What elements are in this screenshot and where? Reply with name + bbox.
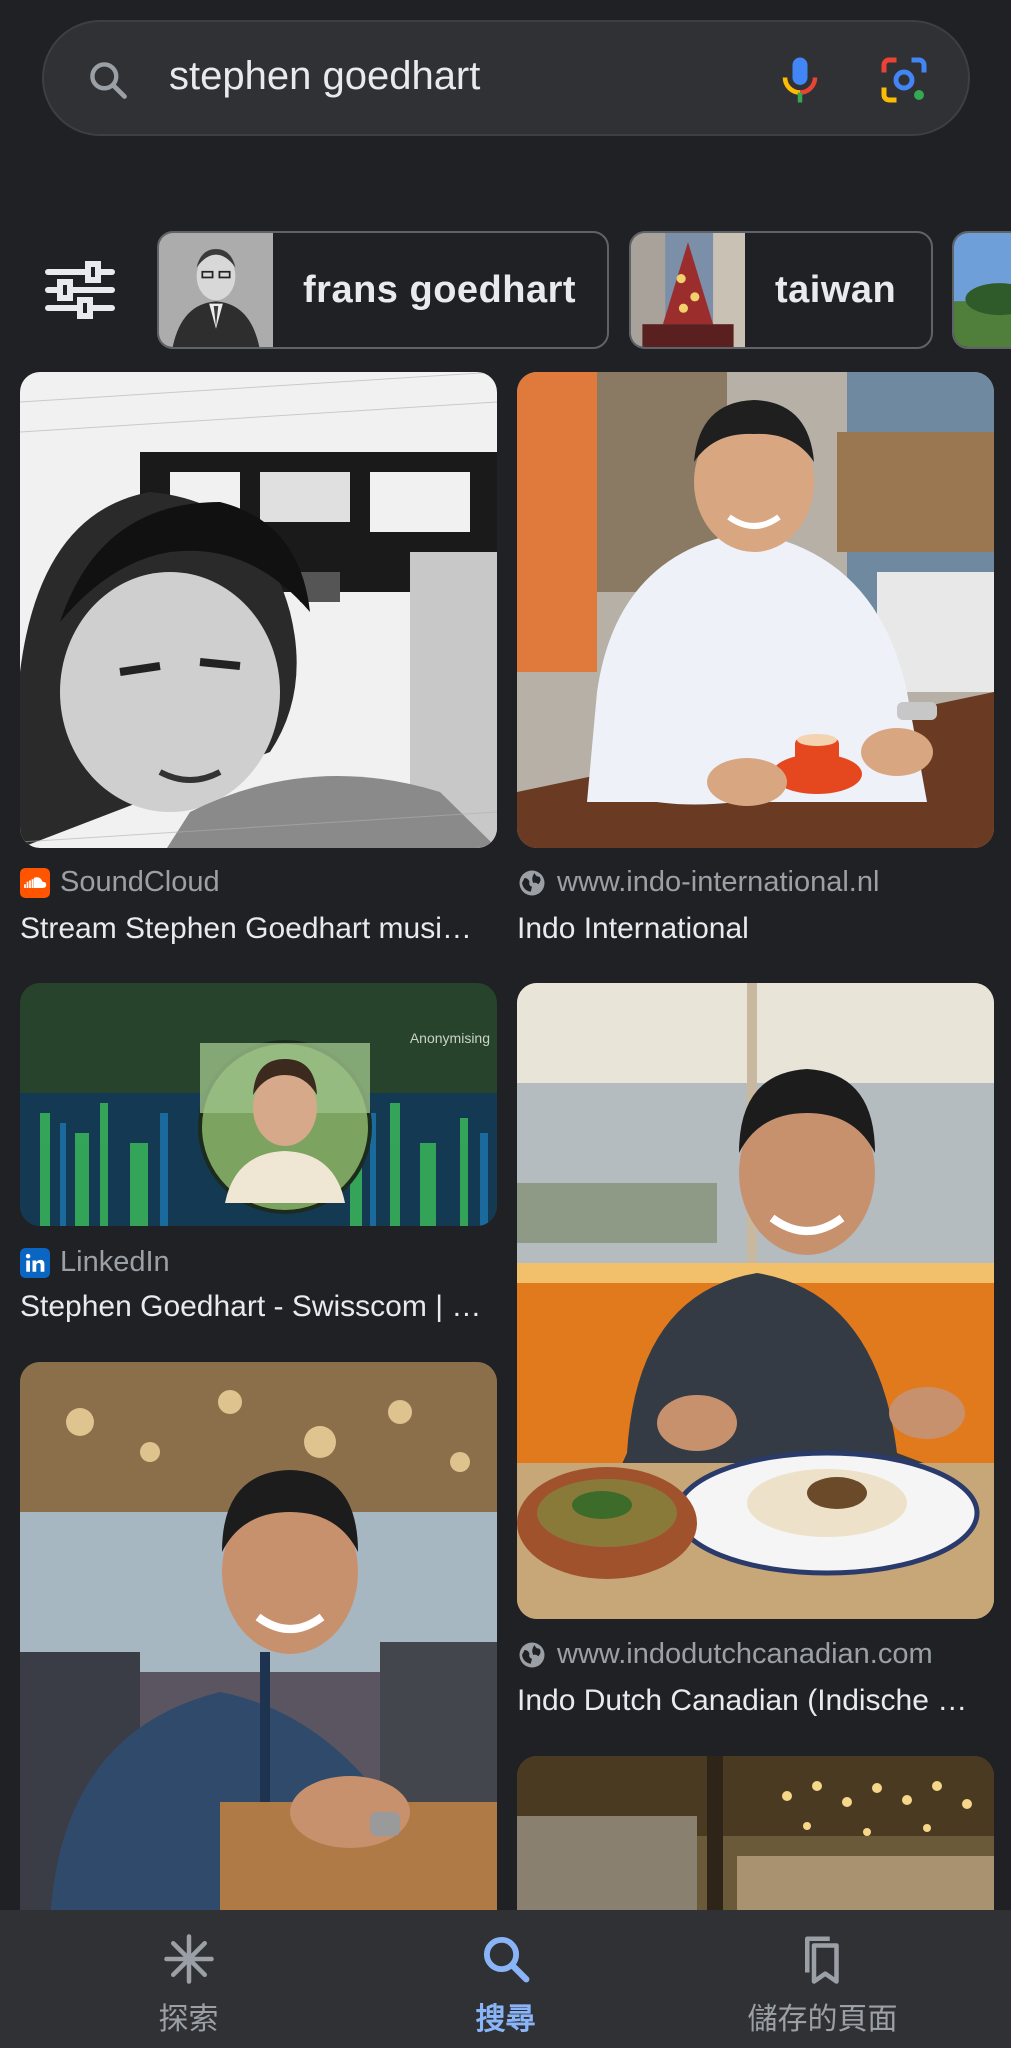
google-lens-icon[interactable] [874,50,934,110]
chip-label: taiwan [775,268,897,311]
result-title[interactable]: Stephen Goedhart - Swisscom | … [20,1290,497,1324]
chip-more[interactable] [952,231,1011,349]
result-image-restaurant-2[interactable] [517,1756,994,1922]
chip-frans-goedhart[interactable]: frans goedhart [157,231,609,349]
result-image-restaurant[interactable] [20,1362,497,1922]
search-bar[interactable]: stephen goedhart [42,20,970,136]
chip-thumbnail [631,233,745,347]
microphone-icon[interactable] [770,50,830,110]
man-dining-image [517,983,994,1619]
man-in-restaurant-image [20,1362,497,1922]
bottom-navigation: 探索 搜尋 儲存的頁面 [0,1910,1011,2048]
chip-label: frans goedhart [303,268,577,311]
result-source[interactable]: www.indo-international.nl [517,866,879,899]
result-source-label: www.indodutchcanadian.com [557,1638,933,1670]
result-source[interactable]: www.indodutchcanadian.com [517,1638,933,1671]
result-title[interactable]: Indo International [517,912,994,946]
result-image-soundcloud[interactable] [20,372,497,848]
globe-icon [519,870,545,895]
restaurant-interior-image [517,1756,994,1922]
banner-overlay-text: Anonymising [410,1030,490,1046]
result-source-label: SoundCloud [60,866,220,898]
asterisk-icon [163,1934,214,1984]
suggestion-chips: frans goedhart taiwan [0,228,1011,352]
result-source-label: www.indo-international.nl [557,866,880,898]
search-icon [483,1936,529,1983]
result-image-linkedin[interactable]: Anonymising [20,983,497,1226]
result-title[interactable]: Stream Stephen Goedhart musi… [20,912,497,946]
nav-label: 探索 [158,2003,219,2036]
chip-taiwan[interactable]: taiwan [629,231,933,349]
top-bar: stephen goedhart [0,0,1011,165]
filter-sliders-icon[interactable] [40,260,120,320]
linkedin-icon [20,1247,50,1278]
result-source[interactable]: LinkedIn [20,1246,170,1279]
chip-thumbnail [954,233,1011,347]
nav-explore[interactable]: 探索 [20,1910,357,2048]
sketch-portrait-image [20,372,497,848]
nav-saved-pages[interactable]: 儲存的頁面 [654,1910,991,2048]
search-input[interactable]: stephen goedhart [169,54,480,99]
result-title[interactable]: Indo Dutch Canadian (Indische … [517,1684,994,1718]
search-icon [90,62,127,99]
result-source[interactable]: SoundCloud [20,866,220,899]
bookmarks-icon [804,1936,839,1984]
result-source-label: LinkedIn [60,1246,170,1278]
result-image-indo-international[interactable] [517,372,994,848]
nav-search[interactable]: 搜尋 [337,1910,674,2048]
nav-label: 搜尋 [475,2003,536,2036]
globe-icon [519,1642,545,1667]
chip-thumbnail [159,233,273,347]
nav-label: 儲存的頁面 [747,2003,898,2036]
man-at-table-image [517,372,994,848]
linkedin-banner-image: Anonymising [20,983,497,1226]
result-image-indodutchcanadian[interactable] [517,983,994,1619]
soundcloud-icon [20,867,50,898]
